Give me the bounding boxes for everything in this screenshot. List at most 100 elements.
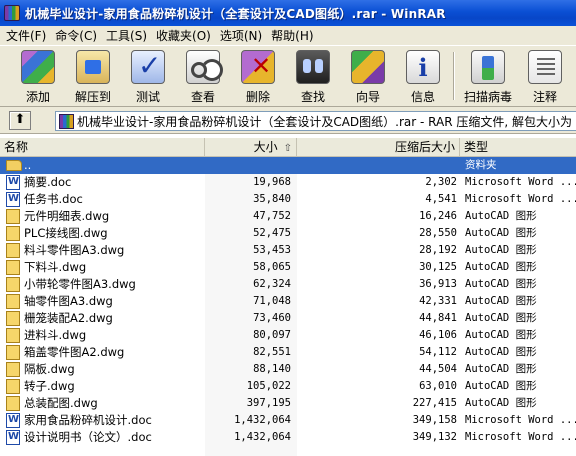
file-packed-size: 4,541 <box>425 193 457 205</box>
test-button[interactable]: 测试 <box>120 46 176 106</box>
file-packed-size: 44,841 <box>419 312 457 324</box>
archive-path-text: 机械毕业设计-家用食品粉碎机设计（全套设计及CAD图纸）.rar - RAR 压… <box>77 114 572 129</box>
file-type: Microsoft Word ... <box>465 431 576 443</box>
file-size: 58,065 <box>253 261 291 273</box>
archive-path-field[interactable]: 机械毕业设计-家用食品粉碎机设计（全套设计及CAD图纸）.rar - RAR 压… <box>55 111 576 131</box>
file-row[interactable]: 设计说明书（论文）.doc 1,432,064 349,132 Microsoft W… <box>0 428 576 446</box>
file-type: AutoCAD 图形 <box>465 397 537 409</box>
column-size-header[interactable]: 大小 ⇧ <box>205 138 297 156</box>
column-name-label: 名称 <box>4 140 29 154</box>
file-type: Microsoft Word ... <box>465 193 576 205</box>
file-row[interactable]: 元件明细表.dwg 47,752 16,246 AutoCAD 图形 <box>0 208 576 225</box>
autocad-drawing-icon <box>6 226 20 241</box>
file-size: 47,752 <box>253 210 291 222</box>
file-row[interactable]: 转子.dwg 105,022 63,010 AutoCAD 图形 <box>0 378 576 395</box>
file-name: 料斗零件图A3.dwg <box>24 243 125 257</box>
file-packed-size: 36,913 <box>419 278 457 290</box>
file-row[interactable]: 下料斗.dwg 58,065 30,125 AutoCAD 图形 <box>0 259 576 276</box>
autocad-drawing-icon <box>6 294 20 309</box>
file-type: AutoCAD 图形 <box>465 363 537 375</box>
toolbar: 添加 解压到 测试 查看 删除 查找 向导 信息 扫描病毒 注释 <box>0 45 576 107</box>
file-size: 1,432,064 <box>234 431 291 443</box>
file-name: 小带轮零件图A3.dwg <box>24 277 136 291</box>
extract-to-button[interactable]: 解压到 <box>65 46 121 106</box>
file-name: 轴零件图A3.dwg <box>24 294 113 308</box>
file-row[interactable]: 家用食品粉碎机设计.doc 1,432,064 349,158 Microsoft W… <box>0 411 576 429</box>
word-document-icon <box>6 411 20 428</box>
file-row[interactable]: 隔板.dwg 88,140 44,504 AutoCAD 图形 <box>0 361 576 378</box>
address-bar: ⬆ 机械毕业设计-家用食品粉碎机设计（全套设计及CAD图纸）.rar - RAR… <box>0 107 576 134</box>
file-row[interactable]: 箱盖零件图A2.dwg 82,551 54,112 AutoCAD 图形 <box>0 344 576 361</box>
word-document-icon <box>6 173 20 190</box>
menu-favorites[interactable]: 收藏夹(O) <box>154 27 218 44</box>
file-row[interactable]: 摘要.doc 19,968 2,302 Microsoft Word ... <box>0 173 576 191</box>
file-type: AutoCAD 图形 <box>465 346 537 358</box>
wizard-button[interactable]: 向导 <box>340 46 396 106</box>
column-size-label: 大小 <box>253 140 278 154</box>
title-bar: 机械毕业设计-家用食品粉碎机设计（全套设计及CAD图纸）.rar - WinRA… <box>0 0 576 26</box>
file-type: AutoCAD 图形 <box>465 227 537 239</box>
info-button[interactable]: 信息 <box>395 46 451 106</box>
file-row[interactable]: 任务书.doc 35,840 4,541 Microsoft Word ... <box>0 190 576 208</box>
menu-file[interactable]: 文件(F) <box>4 27 53 44</box>
file-row[interactable]: 轴零件图A3.dwg 71,048 42,331 AutoCAD 图形 <box>0 293 576 310</box>
file-row[interactable]: 进料斗.dwg 80,097 46,106 AutoCAD 图形 <box>0 327 576 344</box>
column-type-label: 类型 <box>464 140 489 154</box>
file-name: .. <box>24 158 32 172</box>
file-packed-size <box>297 157 457 174</box>
rar-archive-icon <box>59 113 74 129</box>
wizard-icon <box>351 50 385 84</box>
menu-options[interactable]: 选项(N) <box>218 27 269 44</box>
info-icon <box>406 50 440 84</box>
file-row[interactable]: 料斗零件图A3.dwg 53,453 28,192 AutoCAD 图形 <box>0 242 576 259</box>
menu-help[interactable]: 帮助(H) <box>269 27 320 44</box>
file-size: 73,460 <box>253 312 291 324</box>
view-button[interactable]: 查看 <box>175 46 231 106</box>
add-button[interactable]: 添加 <box>10 46 66 106</box>
file-list[interactable]: .. 资料夹摘要.doc 19,968 2,302 Microsoft Word ...… <box>0 157 576 456</box>
test-icon <box>131 49 165 84</box>
comment-button[interactable]: 注释 <box>517 46 573 106</box>
menu-tools[interactable]: 工具(S) <box>104 27 154 44</box>
file-size: 19,968 <box>253 176 291 188</box>
view-icon <box>186 50 220 84</box>
folder-icon <box>6 160 22 171</box>
file-packed-size: 54,112 <box>419 346 457 358</box>
column-packed-header[interactable]: 压缩后大小 <box>297 138 460 156</box>
file-type: AutoCAD 图形 <box>465 261 537 273</box>
toolbar-separator <box>453 52 455 100</box>
autocad-drawing-icon <box>6 243 20 258</box>
file-row[interactable]: 小带轮零件图A3.dwg 62,324 36,913 AutoCAD 图形 <box>0 276 576 293</box>
file-size: 71,048 <box>253 295 291 307</box>
menu-commands[interactable]: 命令(C) <box>53 27 104 44</box>
file-type: Microsoft Word ... <box>465 176 576 188</box>
add-label: 添加 <box>25 90 50 104</box>
column-type-header[interactable]: 类型 <box>460 138 576 156</box>
file-size: 397,195 <box>246 397 291 409</box>
up-folder-button[interactable]: ⬆ <box>9 111 31 130</box>
column-name-header[interactable]: 名称 <box>0 138 205 156</box>
menu-bar: 文件(F) 命令(C) 工具(S) 收藏夹(O) 选项(N) 帮助(H) <box>0 26 576 45</box>
autocad-drawing-icon <box>6 345 20 360</box>
view-label: 查看 <box>190 90 215 104</box>
wizard-label: 向导 <box>355 90 380 104</box>
virus-scan-button[interactable]: 扫描病毒 <box>460 46 516 106</box>
winrar-app-icon <box>4 5 20 21</box>
file-name: 摘要.doc <box>24 175 72 189</box>
parent-folder-row[interactable]: .. 资料夹 <box>0 157 576 174</box>
autocad-drawing-icon <box>6 396 20 411</box>
find-label: 查找 <box>300 90 325 104</box>
file-row[interactable]: PLC接线图.dwg 52,475 28,550 AutoCAD 图形 <box>0 225 576 242</box>
word-document-icon <box>6 428 20 445</box>
file-packed-size: 28,192 <box>419 244 457 256</box>
delete-button[interactable]: 删除 <box>230 46 286 106</box>
file-packed-size: 44,504 <box>419 363 457 375</box>
file-row[interactable]: 栅笼装配A2.dwg 73,460 44,841 AutoCAD 图形 <box>0 310 576 327</box>
file-list-header: 名称 大小 ⇧ 压缩后大小 类型 <box>0 138 576 157</box>
file-size: 82,551 <box>253 346 291 358</box>
file-packed-size: 16,246 <box>419 210 457 222</box>
file-name: 栅笼装配A2.dwg <box>24 311 113 325</box>
find-button[interactable]: 查找 <box>285 46 341 106</box>
comment-label: 注释 <box>532 90 557 104</box>
file-row[interactable]: 总装配图.dwg 397,195 227,415 AutoCAD 图形 <box>0 395 576 412</box>
